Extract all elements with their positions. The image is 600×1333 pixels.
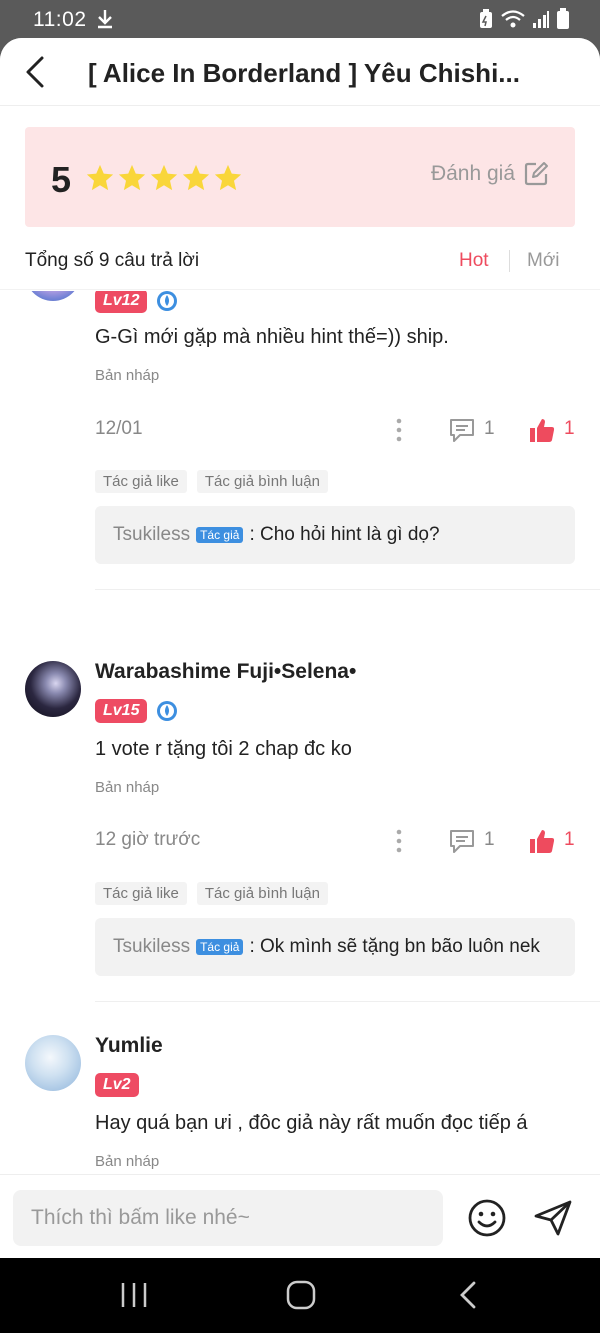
- reply-count: 1: [484, 829, 495, 850]
- rating-panel: 5 Đánh giá: [25, 127, 575, 227]
- wifi-icon: [501, 10, 525, 28]
- reply-count: 1: [484, 418, 495, 439]
- comment-input[interactable]: [13, 1190, 443, 1246]
- tag-author-comment: Tác giả bình luận: [196, 470, 328, 493]
- status-bar: 11:02: [0, 0, 600, 40]
- comment-input-bar: [0, 1174, 600, 1258]
- tag-author-comment: Tác giả bình luận: [196, 882, 328, 905]
- header: [ Alice In Borderland ] Yêu Chishi...: [0, 38, 600, 106]
- sort-new-tab[interactable]: Mới: [527, 250, 560, 272]
- avatar[interactable]: [25, 291, 81, 301]
- edit-icon: [524, 162, 548, 186]
- comment-time: 12 giờ trước: [95, 829, 201, 850]
- send-icon[interactable]: [532, 1198, 574, 1238]
- username[interactable]: Yumlie: [95, 1034, 163, 1058]
- level-badge: Lv15: [95, 699, 148, 723]
- recent-apps-icon[interactable]: [117, 1280, 151, 1310]
- comment-text: Hay quá bạn ưi , đôc giả này rất muốn đọ…: [95, 1112, 528, 1134]
- avatar[interactable]: [25, 661, 81, 717]
- rate-button[interactable]: Đánh giá: [431, 161, 549, 187]
- verified-icon: [157, 701, 177, 721]
- author-reply[interactable]: Tsukiless Tác giả : Ok mình sẽ tặng bn b…: [95, 918, 575, 976]
- back-icon[interactable]: [452, 1280, 486, 1310]
- star-icon: [150, 164, 178, 191]
- author-badge: Tác giả: [196, 939, 244, 955]
- tag-list: Tác giả like Tác giả bình luận: [95, 470, 328, 493]
- rate-label: Đánh giá: [430, 162, 515, 185]
- username[interactable]: Warabashime Fuji•Selena•: [95, 660, 356, 684]
- download-icon: [98, 10, 112, 29]
- comment-meta: 12 giờ trước 1 1: [0, 827, 600, 857]
- star-icon: [118, 164, 146, 191]
- home-icon[interactable]: [284, 1280, 318, 1310]
- signal-icon: [533, 11, 549, 28]
- author-badge: Tác giả: [196, 527, 244, 543]
- like-count: 1: [564, 418, 575, 439]
- thumbs-up-icon[interactable]: [528, 416, 556, 444]
- sort-divider: [509, 250, 510, 272]
- status-time: 11:02: [33, 8, 87, 31]
- comment-meta: 12/01 1 1: [0, 416, 600, 446]
- tag-list: Tác giả like Tác giả bình luận: [95, 882, 328, 905]
- page-title: [ Alice In Borderland ] Yêu Chishi...: [88, 58, 520, 88]
- sort-hot-tab[interactable]: Hot: [459, 250, 489, 272]
- more-options-icon[interactable]: [390, 827, 408, 855]
- divider: [95, 589, 600, 590]
- system-nav-bar: [0, 1258, 600, 1333]
- draft-label: Bản nháp: [95, 367, 160, 384]
- total-answers: Tổng số 9 câu trả lời: [25, 250, 200, 271]
- tag-author-like: Tác giả like: [95, 470, 187, 493]
- reply-author: Tsukiless: [113, 524, 191, 545]
- comment-text: 1 vote r tặng tôi 2 chap đc ko: [95, 738, 352, 760]
- star-icon: [182, 164, 210, 191]
- reply-icon[interactable]: [448, 827, 476, 855]
- battery-saver-icon: [480, 9, 492, 28]
- reply-author: Tsukiless: [113, 936, 191, 957]
- draft-label: Bản nháp: [95, 1153, 160, 1170]
- reply-line: Tsukiless Tác giả : Ok mình sẽ tặng bn b…: [113, 936, 540, 958]
- rating-score: 5: [51, 159, 72, 200]
- comment-list: Lv12 G-Gì mới gặp mà nhiều hint thế=)) s…: [0, 291, 600, 1174]
- reply-text: : Ok mình sẽ tặng bn bão luôn nek: [249, 936, 540, 957]
- emoji-icon[interactable]: [467, 1198, 507, 1238]
- reply-line: Tsukiless Tác giả : Cho hỏi hint là gì d…: [113, 524, 440, 546]
- reply-text: : Cho hỏi hint là gì dọ?: [249, 524, 440, 545]
- author-reply[interactable]: Tsukiless Tác giả : Cho hỏi hint là gì d…: [95, 506, 575, 564]
- reply-icon[interactable]: [448, 416, 476, 444]
- level-badge: Lv2: [95, 1073, 139, 1097]
- like-count: 1: [564, 829, 575, 850]
- app-sheet: [ Alice In Borderland ] Yêu Chishi... 5 …: [0, 38, 600, 1258]
- more-options-icon[interactable]: [390, 416, 408, 444]
- verified-icon: [157, 291, 177, 311]
- star-icon: [86, 164, 114, 191]
- comment-time: 12/01: [95, 418, 143, 439]
- status-icons: [478, 8, 570, 30]
- level-badge: Lv12: [95, 291, 148, 313]
- star-icon: [214, 164, 242, 191]
- battery-icon: [557, 8, 569, 29]
- comment-text: G-Gì mới gặp mà nhiều hint thế=)) ship.: [95, 326, 449, 348]
- back-arrow-icon[interactable]: [20, 54, 52, 90]
- summary-row: Tổng số 9 câu trả lời Hot Mới: [0, 238, 600, 290]
- tag-author-like: Tác giả like: [95, 882, 187, 905]
- divider: [95, 1001, 600, 1002]
- draft-label: Bản nháp: [95, 779, 160, 796]
- thumbs-up-icon[interactable]: [528, 827, 556, 855]
- avatar[interactable]: [25, 1035, 81, 1091]
- rating-stars: [85, 163, 243, 193]
